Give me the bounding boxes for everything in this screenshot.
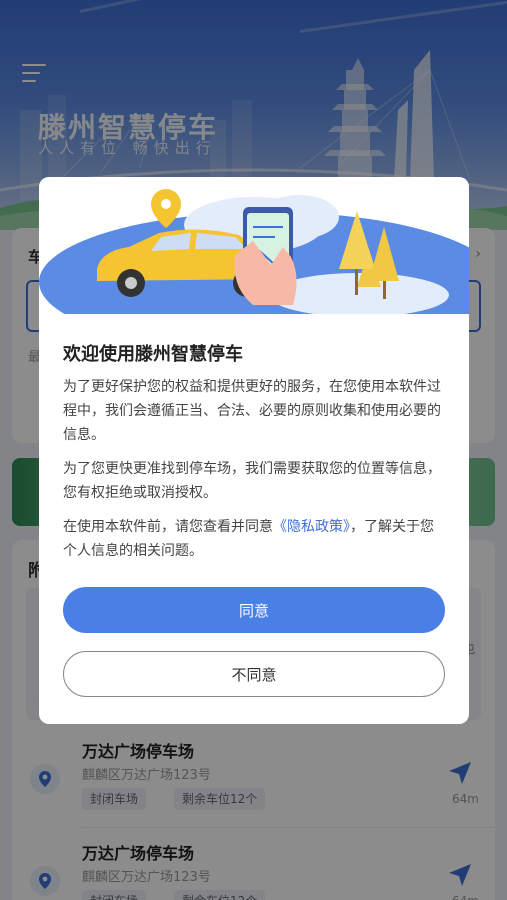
dialog-title: 欢迎使用滕州智慧停车 bbox=[63, 344, 243, 365]
agree-button[interactable]: 同意 bbox=[63, 587, 445, 633]
dialog-paragraph: 为了您更快更准找到停车场，我们需要获取您的位置等信息，您有权拒绝或取消授权。 bbox=[63, 461, 441, 501]
dialog-paragraph-text: 在使用本软件前，请您查看并同意 bbox=[63, 519, 273, 535]
dialog-paragraph: 在使用本软件前，请您查看并同意《隐私政策》，了解关于您个人信息的相关问题。 bbox=[63, 515, 447, 563]
dialog-paragraph: 为了更好保护您的权益和提供更好的服务，在您使用本软件过程中，我们会遵循正当、合法… bbox=[63, 379, 441, 443]
parking-illustration bbox=[39, 177, 469, 314]
disagree-button[interactable]: 不同意 bbox=[63, 651, 445, 697]
privacy-dialog: 欢迎使用滕州智慧停车 为了更好保护您的权益和提供更好的服务，在您使用本软件过程中… bbox=[39, 177, 469, 724]
privacy-policy-link[interactable]: 《隐私政策》 bbox=[273, 519, 350, 535]
dialog-body: 为了更好保护您的权益和提供更好的服务，在您使用本软件过程中，我们会遵循正当、合法… bbox=[63, 375, 447, 573]
